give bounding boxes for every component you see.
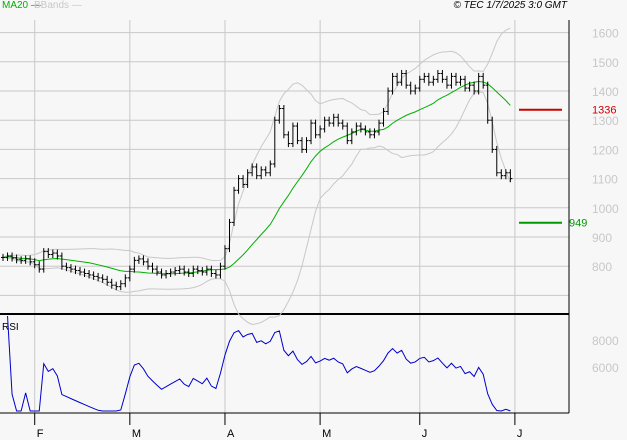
rsi-tick-label: 8000	[592, 334, 619, 348]
y-tick-label: 1200	[592, 143, 619, 157]
chart-container: MA20 — BBands — © TEC 1/7/2025 3:0 GMT 1…	[0, 0, 627, 440]
bband-upper	[2, 27, 511, 262]
rsi-tick-label: 6000	[592, 361, 619, 375]
x-tick-label: J	[422, 428, 428, 440]
y-tick-label: 1000	[592, 202, 619, 216]
x-tick-label: M	[132, 428, 141, 440]
y-tick-label: 1100	[592, 173, 618, 187]
y-tick-label: 900	[592, 231, 612, 245]
price-chart: 1600150014001300120011001000900800800060…	[0, 20, 619, 440]
x-tick-label: M	[322, 428, 331, 440]
y-tick-label: 1600	[592, 27, 619, 41]
rsi-label: RSI	[2, 322, 19, 333]
y-tick-label: 1400	[592, 85, 619, 99]
y-tick-label: 800	[592, 260, 612, 274]
x-tick-label: J	[517, 428, 523, 440]
x-tick-label: F	[37, 428, 44, 440]
rsi-line	[7, 315, 511, 412]
x-tick-label: A	[227, 428, 235, 440]
y-tick-label: 1500	[592, 56, 619, 70]
level-label: 949	[569, 218, 587, 230]
level-label: 1336	[592, 105, 616, 117]
